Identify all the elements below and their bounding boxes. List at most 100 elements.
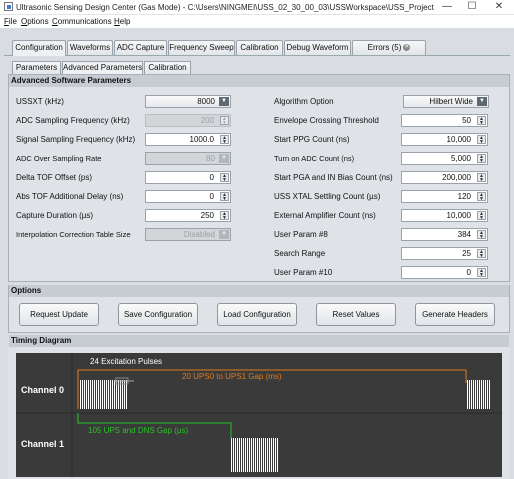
pulse-mark [265, 438, 266, 472]
spinner-icon[interactable]: ▲ ▼ [220, 211, 229, 221]
excitation-pulses-label: 24 Excitation Pulses [90, 357, 163, 366]
pulse-mark [475, 380, 476, 409]
capture-duration-field[interactable]: 250 ▲ ▼ [145, 209, 231, 222]
spinner-icon[interactable]: ▲ ▼ [220, 173, 229, 183]
pulse-mark [243, 438, 244, 472]
pulse-mark [251, 438, 252, 472]
pulse-mark [233, 438, 234, 472]
external-amplifier-count-label: External Amplifier Count (ns) [274, 211, 376, 220]
menu-help[interactable]: Help [114, 17, 130, 26]
turn-on-adc-count-label: Turn on ADC Count (ns) [274, 154, 355, 163]
spinner-icon[interactable]: ▲ ▼ [477, 230, 486, 240]
advanced-parameters-header: Advanced Software Parameters [9, 75, 509, 87]
uss-xtal-settling-count-value: 120 [457, 192, 471, 201]
turn-on-adc-count-field[interactable]: 5,000 ▲ ▼ [401, 152, 488, 165]
user-param-10-field[interactable]: 0 ▲ ▼ [401, 266, 488, 279]
spinner-icon[interactable]: ▲ ▼ [477, 116, 486, 126]
envelope-crossing-threshold-field[interactable]: 50 ▲ ▼ [401, 114, 488, 127]
adc-sampling-frequency-value: 200 [200, 116, 214, 125]
menu-options[interactable]: Options [21, 17, 49, 26]
pulse-mark [473, 380, 474, 409]
tab-errors[interactable]: Errors (5) ✕ [352, 40, 426, 55]
save-configuration-button[interactable]: Save Configuration [118, 303, 198, 326]
menu-file[interactable]: File [4, 17, 17, 26]
capture-duration-label: Capture Duration (µs) [16, 211, 94, 220]
pulse-mark [273, 438, 274, 472]
start-ppg-count-value: 10,000 [446, 135, 471, 144]
reset-values-button[interactable]: Reset Values [316, 303, 396, 326]
envelope-crossing-threshold-label: Envelope Crossing Threshold [274, 116, 379, 125]
spinner-icon[interactable]: ▲ ▼ [220, 135, 229, 145]
capture-duration-value: 250 [200, 211, 214, 220]
subtab-calibration[interactable]: Calibration [144, 61, 191, 74]
ussxt-value: 8000 [197, 97, 215, 106]
pulse-mark [487, 380, 488, 409]
channel-1-label: Channel 1 [21, 439, 65, 449]
tab-configuration[interactable]: Configuration [12, 40, 66, 56]
pulse-mark [253, 438, 254, 472]
pulse-mark [249, 438, 250, 472]
interpolation-table-size-value: Disabled [183, 230, 215, 239]
spinner-icon[interactable]: ▲ ▼ [477, 211, 486, 221]
start-ppg-count-field[interactable]: 10,000 ▲ ▼ [401, 133, 488, 146]
tab-waveforms[interactable]: Waveforms [67, 40, 113, 55]
pulse-mark [259, 438, 260, 472]
spinner-icon[interactable]: ▲ ▼ [477, 192, 486, 202]
spinner-icon[interactable]: ▲ ▼ [220, 192, 229, 202]
tab-adc-capture[interactable]: ADC Capture [114, 40, 167, 55]
spinner-icon[interactable]: ▲ ▼ [477, 135, 486, 145]
close-button[interactable]: ✕ [488, 0, 510, 14]
menu-communications[interactable]: Communications [52, 17, 112, 26]
pulse-mark [102, 380, 103, 409]
load-configuration-button[interactable]: Load Configuration [217, 303, 297, 326]
spinner-icon[interactable]: ▲ ▼ [477, 173, 486, 183]
user-param-10-label: User Param #10 [274, 268, 333, 277]
pulse-mark [481, 380, 482, 409]
adc-over-sampling-rate-label: ADC Over Sampling Rate [16, 154, 102, 163]
chevron-down-icon: ▼ [219, 154, 229, 163]
channel-0-label: Channel 0 [21, 385, 65, 395]
pulse-mark [271, 438, 272, 472]
spinner-icon[interactable]: ▲ ▼ [477, 154, 486, 164]
pulse-mark [100, 380, 101, 409]
pulse-mark [239, 438, 240, 472]
ups0-ups1-gap-label: 20 UPS0 to UPS1 Gap (ms) [182, 372, 282, 381]
envelope-crossing-threshold-value: 50 [462, 116, 471, 125]
search-range-value: 25 [462, 249, 471, 258]
ussxt-select[interactable]: 8000 ▼ [145, 95, 231, 108]
pulse-mark [247, 438, 248, 472]
start-pga-bias-count-field[interactable]: 200,000 ▲ ▼ [401, 171, 488, 184]
external-amplifier-count-field[interactable]: 10,000 ▲ ▼ [401, 209, 488, 222]
ussxt-label: USSXT (kHz) [16, 97, 64, 106]
delta-tof-offset-value: 0 [209, 173, 214, 182]
pulse-mark [471, 380, 472, 409]
signal-sampling-frequency-value: 1000.0 [189, 135, 214, 144]
pulse-mark [263, 438, 264, 472]
search-range-field[interactable]: 25 ▲ ▼ [401, 247, 488, 260]
uss-xtal-settling-count-field[interactable]: 120 ▲ ▼ [401, 190, 488, 203]
turn-on-adc-count-value: 5,000 [450, 154, 471, 163]
tab-frequency-sweep[interactable]: Frequency Sweep [168, 40, 235, 55]
algorithm-option-select[interactable]: Hilbert Wide ▼ [403, 95, 489, 108]
pulse-mark [485, 380, 486, 409]
maximize-button[interactable]: ☐ [461, 0, 483, 14]
pulse-mark [469, 380, 470, 409]
signal-sampling-frequency-field[interactable]: 1000.0 ▲ ▼ [145, 133, 231, 146]
user-param-8-field[interactable]: 384 ▲ ▼ [401, 228, 488, 241]
pulse-mark [90, 380, 91, 409]
generate-headers-button[interactable]: Generate Headers [415, 303, 495, 326]
close-icon[interactable]: ✕ [403, 44, 411, 52]
spinner-icon[interactable]: ▲ ▼ [477, 249, 486, 259]
tab-calibration[interactable]: Calibration [236, 40, 283, 55]
pulse-mark [92, 380, 93, 409]
request-update-button[interactable]: Request Update [19, 303, 99, 326]
subtab-advanced-parameters[interactable]: Advanced Parameters [62, 61, 143, 74]
spinner-icon[interactable]: ▲ ▼ [477, 268, 486, 278]
tab-debug-waveform[interactable]: Debug Waveform [284, 40, 351, 55]
subtab-parameters[interactable]: Parameters [12, 61, 61, 74]
external-amplifier-count-value: 10,000 [446, 211, 471, 220]
abs-tof-delay-field[interactable]: 0 ▲ ▼ [145, 190, 231, 203]
minimize-button[interactable]: — [436, 0, 458, 14]
pulse-mark [104, 380, 105, 409]
delta-tof-offset-field[interactable]: 0 ▲ ▼ [145, 171, 231, 184]
